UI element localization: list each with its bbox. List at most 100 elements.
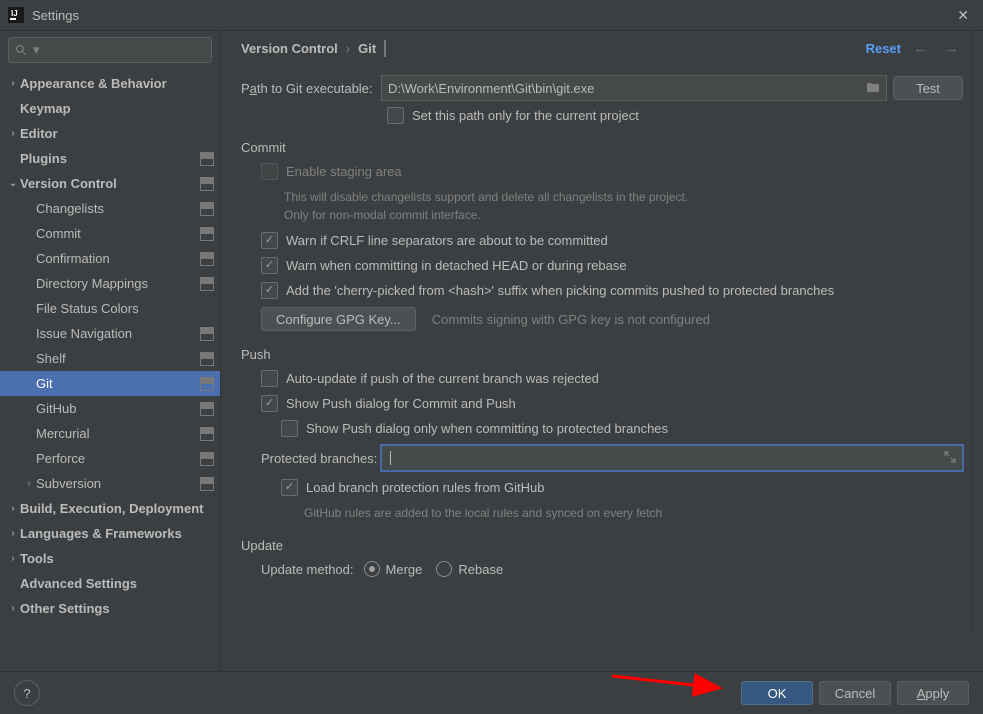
- load-github-checkbox[interactable]: [281, 479, 298, 496]
- sidebar-item-label: Changelists: [36, 201, 200, 216]
- project-badge-icon: [384, 41, 386, 56]
- sidebar-item-git[interactable]: Git: [0, 371, 220, 396]
- sidebar-item-commit[interactable]: Commit: [0, 221, 220, 246]
- sidebar-item-label: Editor: [20, 126, 214, 141]
- load-github-hint: GitHub rules are added to the local rule…: [304, 504, 963, 522]
- sidebar-item-version-control[interactable]: ⌄Version Control: [0, 171, 220, 196]
- sidebar: ▾ ›Appearance & BehaviorKeymap›EditorPlu…: [0, 31, 221, 671]
- sidebar-item-mercurial[interactable]: Mercurial: [0, 421, 220, 446]
- sidebar-item-other-settings[interactable]: ›Other Settings: [0, 596, 220, 621]
- search-input[interactable]: ▾: [8, 37, 212, 63]
- git-path-value: D:\Work\Environment\Git\bin\git.exe: [388, 81, 594, 96]
- titlebar: IJ Settings ✕: [0, 0, 983, 31]
- chevron-icon: ›: [6, 553, 20, 564]
- load-github-label: Load branch protection rules from GitHub: [306, 480, 544, 495]
- configure-gpg-button[interactable]: Configure GPG Key...: [261, 307, 416, 331]
- sidebar-item-editor[interactable]: ›Editor: [0, 121, 220, 146]
- sidebar-item-shelf[interactable]: Shelf: [0, 346, 220, 371]
- sidebar-item-label: Other Settings: [20, 601, 214, 616]
- show-push-dialog-label: Show Push dialog for Commit and Push: [286, 396, 516, 411]
- sidebar-item-label: Advanced Settings: [20, 576, 214, 591]
- sidebar-item-directory-mappings[interactable]: Directory Mappings: [0, 271, 220, 296]
- breadcrumb-root[interactable]: Version Control: [241, 41, 338, 56]
- warn-crlf-checkbox[interactable]: [261, 232, 278, 249]
- sidebar-item-appearance-behavior[interactable]: ›Appearance & Behavior: [0, 71, 220, 96]
- sidebar-item-subversion[interactable]: ›Subversion: [0, 471, 220, 496]
- git-path-input[interactable]: D:\Work\Environment\Git\bin\git.exe: [381, 75, 887, 101]
- close-icon[interactable]: ✕: [951, 7, 975, 24]
- project-scope-icon: [200, 377, 214, 391]
- browse-folder-icon[interactable]: [866, 81, 880, 96]
- auto-update-checkbox[interactable]: [261, 370, 278, 387]
- merge-radio[interactable]: [364, 561, 380, 577]
- breadcrumb-leaf: Git: [358, 41, 376, 56]
- sidebar-item-tools[interactable]: ›Tools: [0, 546, 220, 571]
- project-scope-icon: [200, 327, 214, 341]
- rebase-radio[interactable]: [436, 561, 452, 577]
- sidebar-item-file-status-colors[interactable]: File Status Colors: [0, 296, 220, 321]
- warn-detached-checkbox[interactable]: [261, 257, 278, 274]
- show-push-protected-checkbox[interactable]: [281, 420, 298, 437]
- show-push-dialog-checkbox[interactable]: [261, 395, 278, 412]
- protected-branches-label: Protected branches:: [261, 451, 381, 466]
- sidebar-item-label: Tools: [20, 551, 214, 566]
- svg-text:IJ: IJ: [11, 9, 18, 18]
- chevron-icon: ›: [6, 503, 20, 514]
- sidebar-item-changelists[interactable]: Changelists: [0, 196, 220, 221]
- protected-branches-input[interactable]: [381, 445, 963, 471]
- sidebar-item-label: Mercurial: [36, 426, 200, 441]
- enable-staging-checkbox[interactable]: [261, 163, 278, 180]
- project-scope-icon: [200, 227, 214, 241]
- chevron-icon: ›: [6, 128, 20, 139]
- breadcrumb-separator-icon: ›: [346, 41, 350, 56]
- merge-label: Merge: [386, 562, 423, 577]
- project-scope-icon: [200, 202, 214, 216]
- project-scope-icon: [200, 427, 214, 441]
- apply-button[interactable]: Apply: [897, 681, 969, 705]
- scrollbar[interactable]: [972, 31, 983, 629]
- warn-crlf-label: Warn if CRLF line separators are about t…: [286, 233, 608, 248]
- sidebar-item-confirmation[interactable]: Confirmation: [0, 246, 220, 271]
- sidebar-item-label: Shelf: [36, 351, 200, 366]
- project-scope-icon: [200, 352, 214, 366]
- ok-button[interactable]: OK: [741, 681, 813, 705]
- cherry-suffix-label: Add the 'cherry-picked from <hash>' suff…: [286, 283, 834, 298]
- sidebar-item-label: Commit: [36, 226, 200, 241]
- sidebar-item-build-execution-deployment[interactable]: ›Build, Execution, Deployment: [0, 496, 220, 521]
- expand-field-icon[interactable]: [944, 451, 956, 466]
- sidebar-item-issue-navigation[interactable]: Issue Navigation: [0, 321, 220, 346]
- enable-staging-hint: This will disable changelists support an…: [284, 188, 704, 224]
- back-icon[interactable]: ←: [909, 40, 932, 57]
- settings-tree: ›Appearance & BehaviorKeymap›EditorPlugi…: [0, 69, 220, 671]
- path-label: Path to Git executable:: [241, 81, 381, 96]
- sidebar-item-github[interactable]: GitHub: [0, 396, 220, 421]
- help-button[interactable]: ?: [14, 680, 40, 706]
- chevron-icon: ›: [22, 478, 36, 489]
- chevron-icon: ›: [6, 603, 20, 614]
- sidebar-item-label: Version Control: [20, 176, 200, 191]
- auto-update-label: Auto-update if push of the current branc…: [286, 371, 599, 386]
- project-scope-icon: [200, 177, 214, 191]
- sidebar-item-keymap[interactable]: Keymap: [0, 96, 220, 121]
- sidebar-item-label: Perforce: [36, 451, 200, 466]
- show-push-protected-label: Show Push dialog only when committing to…: [306, 421, 668, 436]
- chevron-icon: ⌄: [6, 178, 20, 189]
- app-logo-icon: IJ: [8, 7, 24, 23]
- forward-icon[interactable]: →: [940, 40, 963, 57]
- test-button[interactable]: Test: [893, 76, 963, 100]
- cherry-suffix-checkbox[interactable]: [261, 282, 278, 299]
- update-method-label: Update method:: [261, 562, 354, 577]
- sidebar-item-perforce[interactable]: Perforce: [0, 446, 220, 471]
- update-section-title: Update: [241, 538, 963, 553]
- sidebar-item-label: Build, Execution, Deployment: [20, 501, 214, 516]
- set-path-only-checkbox[interactable]: [387, 107, 404, 124]
- sidebar-item-label: File Status Colors: [36, 301, 214, 316]
- cancel-button[interactable]: Cancel: [819, 681, 891, 705]
- warn-detached-label: Warn when committing in detached HEAD or…: [286, 258, 627, 273]
- content-header: Version Control › Git Reset ← →: [221, 31, 983, 65]
- sidebar-item-plugins[interactable]: Plugins: [0, 146, 220, 171]
- sidebar-item-advanced-settings[interactable]: Advanced Settings: [0, 571, 220, 596]
- reset-link[interactable]: Reset: [866, 41, 901, 56]
- enable-staging-label: Enable staging area: [286, 164, 402, 179]
- sidebar-item-languages-frameworks[interactable]: ›Languages & Frameworks: [0, 521, 220, 546]
